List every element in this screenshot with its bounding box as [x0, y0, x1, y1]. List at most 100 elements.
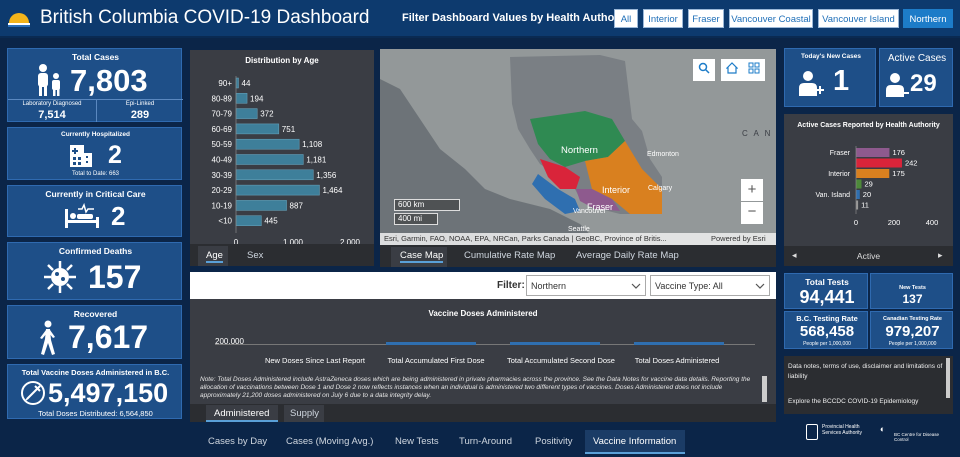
ha-bar-value: 175: [892, 169, 905, 178]
active-by-authority-panel: Active Cases Reported by Health Authorit…: [784, 114, 953, 246]
app-title: British Columbia COVID-19 Dashboard: [40, 7, 370, 28]
total-tests-title: Total Tests: [805, 277, 849, 287]
search-button[interactable]: [693, 59, 715, 81]
people-icon: [38, 64, 60, 96]
tab-cases-moving-avg[interactable]: Cases (Moving Avg.): [286, 436, 373, 447]
age-bar: [235, 184, 320, 196]
vaccine-panel: Filter: Northern Vaccine Type: All Vacci…: [190, 272, 776, 404]
hospital-icon: [70, 145, 92, 167]
total-tests-card: Total Tests 94,441: [784, 273, 868, 309]
region-select-value: Northern: [531, 281, 567, 291]
age-bar-value: 372: [260, 110, 274, 119]
age-bar: [235, 200, 287, 211]
header-bar: British Columbia COVID-19 Dashboard Filt…: [0, 0, 960, 38]
age-category-label: 70-79: [212, 110, 233, 119]
new-cases-card: Today's New Cases 1: [784, 48, 876, 107]
active-by-authority-chart: Fraser 176242 Interior 175 29 Van. Island 20 11…: [815, 146, 938, 227]
vaccine-bar-second-dose: [510, 342, 600, 345]
active-cases-title: Active Cases: [887, 53, 947, 64]
bc-testing-rate-title: B.C. Testing Rate: [796, 314, 858, 323]
phsa-logo-text: Provincial Health Services Authority: [822, 424, 863, 436]
ha-bar: [856, 148, 890, 157]
age-distribution-panel: Distribution by Age 90+ 44 80-89 194 70-79 37…: [190, 50, 374, 244]
new-tests-value: 137: [902, 292, 923, 306]
vaccine-type-select[interactable]: Vaccine Type: All: [650, 275, 770, 296]
zoom-in-button[interactable]: +: [741, 179, 763, 201]
tab-case-map[interactable]: Case Map: [400, 250, 444, 263]
age-distribution-chart: 90+ 44 80-89 194 70-79 372 60-69 751 50-59 1,108 4…: [212, 76, 361, 244]
age-bar-value: 751: [282, 125, 296, 134]
grid-icon: [748, 62, 760, 74]
vaccine-note-scrollbar[interactable]: [762, 376, 767, 402]
vaccine-col-first: Total Accumulated First Dose: [387, 356, 485, 365]
tab-supply[interactable]: Supply: [290, 408, 319, 419]
bc-testing-rate-unit: People per 1,000,000: [803, 341, 851, 347]
age-bar-value: 445: [264, 217, 278, 226]
lab-diagnosed-label: Laboratory Diagnosed: [22, 101, 82, 107]
basemap-gallery-button[interactable]: [743, 59, 765, 81]
age-bar: [235, 138, 300, 150]
tab-cumulative-rate-map[interactable]: Cumulative Rate Map: [464, 250, 555, 261]
filter-fraser-button[interactable]: Fraser: [688, 9, 724, 28]
powered-by-esri: Powered by Esri: [711, 234, 766, 243]
new-tests-card: New Tests 137: [870, 273, 953, 309]
active-chart-footer: ◂ Active ▸: [784, 246, 953, 266]
tests-block: Total Tests 94,441 New Tests 137 B.C. Te…: [784, 273, 953, 349]
vaccine-chart-title: Vaccine Doses Administered: [428, 309, 538, 318]
recovered-value: 7,617: [68, 319, 149, 355]
age-bar-value: 1,464: [322, 186, 343, 195]
total-cases-card: Total Cases 7,803 Laboratory Diagnosed 7…: [7, 48, 183, 122]
person-add-icon: [799, 71, 824, 96]
age-category-label: 10-19: [212, 201, 233, 210]
chevron-right-icon[interactable]: ▸: [938, 250, 943, 261]
region-select[interactable]: Northern: [526, 275, 646, 296]
case-map[interactable]: Northern Edmonton Interior Calgary Frase…: [380, 49, 776, 245]
vaccine-icon: [21, 381, 45, 405]
ha-bar: [856, 179, 862, 189]
deaths-card: Confirmed Deaths 157: [7, 242, 182, 300]
ha-category-label: Van. Island: [815, 192, 850, 199]
walking-person-icon: [40, 320, 55, 355]
ha-x-tick-label: 0: [854, 218, 858, 227]
age-tab-bar: Age Sex: [190, 244, 374, 266]
notes-scrollbar[interactable]: [946, 358, 950, 398]
search-icon: [698, 62, 710, 74]
critical-care-value: 2: [111, 201, 126, 231]
age-category-label: 90+: [218, 79, 232, 88]
filter-interior-button[interactable]: Interior: [643, 9, 683, 28]
home-button[interactable]: [721, 59, 743, 81]
vaccine-note: Note: Total Doses Administered include A…: [200, 376, 751, 399]
virus-icon: [44, 261, 76, 293]
tab-sex[interactable]: Sex: [247, 250, 263, 261]
active-footer-label: Active: [856, 251, 881, 261]
tab-positivity[interactable]: Positivity: [535, 436, 572, 447]
bc-sun-logo-icon: [8, 13, 30, 27]
tab-vaccine-information[interactable]: Vaccine Information: [593, 436, 676, 447]
phsa-logo-icon: [806, 424, 818, 440]
vaccine-tab-bar: Administered Supply: [190, 404, 776, 422]
age-bar-value: 194: [250, 94, 264, 103]
filter-northern-button[interactable]: Northern: [903, 9, 953, 28]
vaccine-doses-title: Total Vaccine Doses Administered in B.C.: [21, 368, 170, 377]
ha-bar-value: 176: [892, 148, 905, 157]
epidemiology-link[interactable]: Explore the BCCDC COVID-19 Epidemiology: [788, 398, 943, 405]
chevron-down-icon: [631, 283, 641, 289]
tab-new-tests[interactable]: New Tests: [395, 436, 439, 447]
ha-bar: [856, 190, 860, 199]
filter-all-button[interactable]: All: [614, 9, 638, 28]
bc-testing-rate-value: 568,458: [799, 323, 855, 340]
tab-turn-around[interactable]: Turn-Around: [459, 436, 512, 447]
filter-vancouver-island-button[interactable]: Vancouver Island: [818, 9, 899, 28]
zoom-out-button[interactable]: −: [741, 202, 763, 224]
tab-administered[interactable]: Administered: [214, 408, 269, 419]
tab-average-daily-rate-map[interactable]: Average Daily Rate Map: [576, 250, 679, 261]
age-category-label: 20-29: [212, 186, 233, 195]
bccdc-logo-text: BC Centre for Disease Control: [894, 432, 940, 442]
tab-cases-by-day[interactable]: Cases by Day: [208, 436, 267, 447]
age-category-label: <10: [218, 217, 232, 226]
tab-age[interactable]: Age: [206, 250, 223, 263]
filter-vancouver-coastal-button[interactable]: Vancouver Coastal: [729, 9, 813, 28]
notes-panel: Data notes, terms of use, disclaimer and…: [784, 356, 953, 414]
data-notes-link[interactable]: Data notes, terms of use, disclaimer and…: [788, 362, 943, 382]
age-category-label: 50-59: [212, 140, 233, 149]
